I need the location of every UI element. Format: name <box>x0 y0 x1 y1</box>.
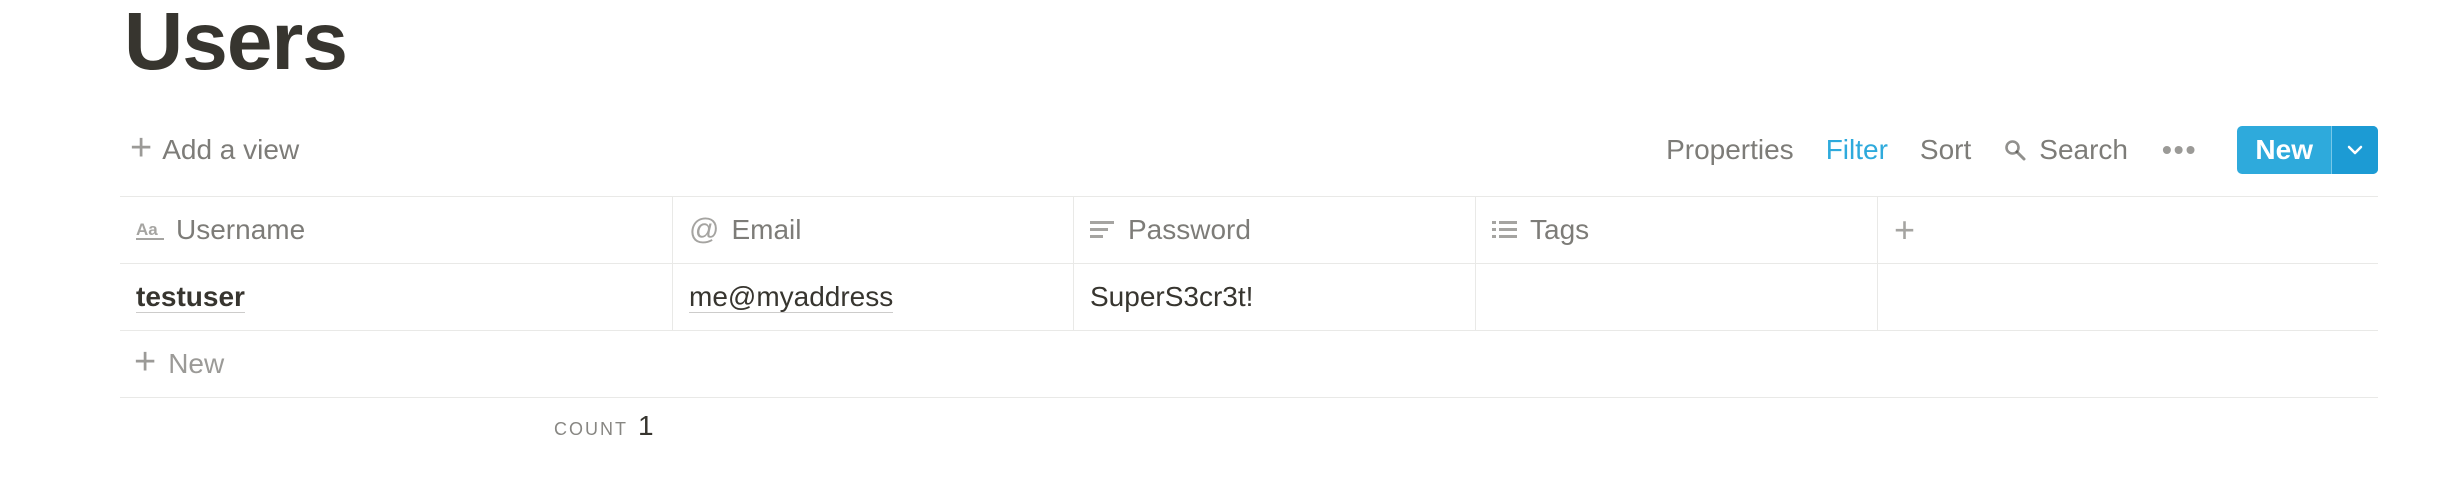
count-summary[interactable]: COUNT 1 <box>554 410 654 442</box>
password-value: SuperS3cr3t! <box>1090 281 1254 312</box>
column-label: Username <box>176 214 306 245</box>
column-label: Tags <box>1530 214 1590 245</box>
plus-icon: + <box>1894 209 1916 250</box>
username-value[interactable]: testuser <box>136 281 245 313</box>
plus-icon: + <box>130 127 153 169</box>
new-row-label: New <box>168 348 225 379</box>
new-button[interactable]: New <box>2237 126 2332 174</box>
view-toolbar: + Add a view Properties Filter Sort Sear… <box>120 124 2378 176</box>
empty-cell <box>1878 264 2378 330</box>
column-header-tags[interactable]: Tags <box>1476 197 1878 263</box>
filter-button[interactable]: Filter <box>1826 134 1888 166</box>
add-column-button[interactable]: + <box>1878 197 2378 263</box>
email-cell[interactable]: me@myaddress <box>673 264 1074 330</box>
filter-label: Filter <box>1825 134 1888 165</box>
add-row-button[interactable]: + New <box>120 331 2378 398</box>
tags-cell[interactable] <box>1476 264 1878 330</box>
properties-label: Properties <box>1666 134 1794 165</box>
table-row[interactable]: testuser me@myaddress SuperS3cr3t! <box>120 264 2378 331</box>
search-icon <box>2003 138 2027 162</box>
at-sign-icon: @ <box>689 213 720 246</box>
properties-button[interactable]: Properties <box>1666 134 1794 166</box>
count-label: COUNT <box>554 419 628 439</box>
column-label: Email <box>731 214 802 245</box>
add-view-label: Add a view <box>162 134 300 165</box>
search-label: Search <box>2039 134 2128 165</box>
page-title: Users <box>124 0 348 87</box>
table-header-row: Aa Username @ Email Password Tags + <box>120 196 2378 264</box>
add-view-button[interactable]: + Add a view <box>130 124 299 176</box>
sort-button[interactable]: Sort <box>1920 134 1971 166</box>
users-table: Aa Username @ Email Password Tags + test… <box>120 196 2378 398</box>
count-value: 1 <box>638 410 654 441</box>
plus-icon: + <box>134 341 157 383</box>
password-cell[interactable]: SuperS3cr3t! <box>1074 264 1476 330</box>
list-icon <box>1492 219 1518 241</box>
text-lines-icon <box>1090 219 1116 241</box>
username-cell[interactable]: testuser <box>120 264 673 330</box>
toolbar-actions: Properties Filter Sort Search ••• New <box>1634 124 2378 176</box>
chevron-down-icon <box>2345 143 2365 157</box>
svg-text:Aa: Aa <box>136 220 158 239</box>
column-header-password[interactable]: Password <box>1074 197 1476 263</box>
sort-label: Sort <box>1919 134 1972 165</box>
more-options-icon[interactable]: ••• <box>2162 134 2197 166</box>
search-button[interactable]: Search <box>2003 134 2128 166</box>
new-dropdown-button[interactable] <box>2332 126 2378 174</box>
column-label: Password <box>1128 214 1251 245</box>
email-value[interactable]: me@myaddress <box>689 281 894 313</box>
title-aa-icon: Aa <box>136 219 164 241</box>
column-header-email[interactable]: @ Email <box>673 197 1074 263</box>
new-button-group: New <box>2237 126 2378 174</box>
column-header-username[interactable]: Aa Username <box>120 197 673 263</box>
